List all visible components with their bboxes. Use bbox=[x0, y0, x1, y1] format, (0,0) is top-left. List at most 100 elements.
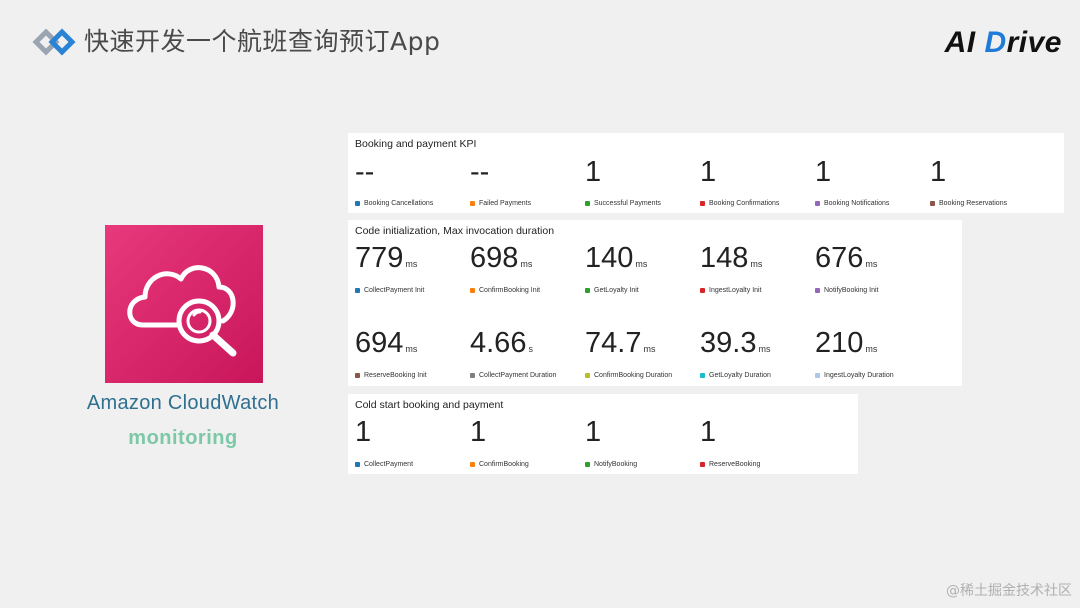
metric-label-text: GetLoyalty Duration bbox=[709, 372, 771, 379]
metric-number: 1 bbox=[585, 416, 602, 448]
metric-number: 39.3 bbox=[700, 327, 757, 359]
metric-unit: ms bbox=[865, 344, 878, 354]
service-name: Amazon CloudWatch bbox=[86, 392, 280, 414]
cold-start-panel: Cold start booking and payment 1 CollectP… bbox=[348, 394, 858, 474]
metric-value: 1 bbox=[470, 415, 582, 449]
legend-color-swatch bbox=[470, 461, 475, 467]
metric-unit: ms bbox=[643, 344, 656, 354]
legend-color-swatch bbox=[355, 461, 360, 467]
metric-label: Booking Notifications bbox=[815, 200, 889, 207]
metric-unit: ms bbox=[405, 344, 418, 354]
metric-tile: 1 ReserveBooking bbox=[700, 415, 812, 468]
metric-label: Booking Reservations bbox=[930, 200, 1007, 207]
metric-tile: 1 Successful Payments bbox=[585, 155, 697, 207]
legend-color-swatch bbox=[585, 287, 590, 293]
metric-label-text: ReserveBooking bbox=[709, 461, 761, 468]
metric-label: CollectPayment Duration bbox=[470, 372, 556, 379]
legend-color-swatch bbox=[470, 200, 475, 206]
metric-tile: 210 ms IngestLoyalty Duration bbox=[815, 326, 927, 379]
metric-tile: 1 ConfirmBooking bbox=[470, 415, 582, 468]
metric-label-text: Booking Notifications bbox=[824, 200, 890, 207]
metric-value: 39.3 ms bbox=[700, 326, 812, 366]
metric-number: 1 bbox=[700, 416, 717, 448]
metric-tile: 1 Booking Notifications bbox=[815, 155, 927, 207]
metric-label-text: ConfirmBooking bbox=[479, 461, 529, 468]
legend-color-swatch bbox=[815, 287, 820, 293]
metric-label: IngestLoyalty Init bbox=[700, 287, 762, 294]
cloudwatch-tile bbox=[105, 225, 263, 383]
legend-color-swatch bbox=[700, 287, 705, 293]
metric-label: ConfirmBooking Init bbox=[470, 287, 540, 294]
metric-tile: -- Booking Cancellations bbox=[355, 155, 467, 207]
metric-number: 140 bbox=[585, 242, 634, 274]
metric-label-text: CollectPayment bbox=[364, 461, 414, 468]
watermark: @稀土掘金技术社区 bbox=[946, 583, 1072, 599]
metric-value: 698 ms bbox=[470, 241, 582, 281]
metric-label-text: Failed Payments bbox=[479, 200, 532, 207]
slide-title: 快速开发一个航班查询预订App bbox=[84, 27, 441, 56]
metric-label: NotifyBooking bbox=[585, 461, 637, 468]
metric-value: 1 bbox=[815, 155, 927, 189]
panel-title: Code initialization, Max invocation dura… bbox=[355, 225, 555, 237]
init-duration-panel: Code initialization, Max invocation dura… bbox=[348, 220, 962, 386]
metric-tile: 39.3 ms GetLoyalty Duration bbox=[700, 326, 812, 379]
metric-number: 1 bbox=[585, 156, 602, 188]
metric-label-text: Successful Payments bbox=[594, 200, 661, 207]
metric-number: 4.66 bbox=[470, 327, 527, 359]
metric-label: ReserveBooking bbox=[700, 461, 760, 468]
metric-label-text: GetLoyalty Init bbox=[594, 287, 639, 294]
metric-label: Booking Confirmations bbox=[700, 200, 779, 207]
legend-color-swatch bbox=[585, 200, 590, 206]
metric-number: 1 bbox=[470, 416, 487, 448]
legend-color-swatch bbox=[585, 461, 590, 467]
metric-value: 210 ms bbox=[815, 326, 927, 366]
legend-color-swatch bbox=[815, 372, 820, 378]
panel-title: Booking and payment KPI bbox=[355, 138, 477, 150]
metric-value: 4.66 s bbox=[470, 326, 582, 366]
slide-logo-icon bbox=[32, 28, 76, 56]
metric-tile: -- Failed Payments bbox=[470, 155, 582, 207]
metric-value: 1 bbox=[930, 155, 1042, 189]
metric-label-text: CollectPayment Duration bbox=[479, 372, 557, 379]
legend-color-swatch bbox=[815, 200, 820, 206]
cloudwatch-icon bbox=[127, 265, 237, 357]
metric-label: Booking Cancellations bbox=[355, 200, 433, 207]
metric-unit: ms bbox=[635, 259, 648, 269]
panel-title: Cold start booking and payment bbox=[355, 399, 504, 411]
metric-tile: 698 ms ConfirmBooking Init bbox=[470, 241, 582, 294]
metric-unit: s bbox=[528, 344, 533, 354]
metric-label: GetLoyalty Duration bbox=[700, 372, 771, 379]
metric-value: 74.7 ms bbox=[585, 326, 697, 366]
metric-tile: 1 Booking Confirmations bbox=[700, 155, 812, 207]
metric-number: 698 bbox=[470, 242, 519, 274]
metric-value: 148 ms bbox=[700, 241, 812, 281]
metric-label: CollectPayment bbox=[355, 461, 413, 468]
metric-tile: 148 ms IngestLoyalty Init bbox=[700, 241, 812, 294]
metric-number: -- bbox=[355, 156, 375, 188]
metric-label-text: NotifyBooking Init bbox=[824, 287, 879, 294]
legend-color-swatch bbox=[470, 287, 475, 293]
legend-color-swatch bbox=[585, 372, 590, 378]
brand-d-icon: D bbox=[984, 26, 1007, 59]
metric-label-text: ConfirmBooking Init bbox=[479, 287, 541, 294]
metric-number: 1 bbox=[930, 156, 947, 188]
metric-label-text: ReserveBooking Init bbox=[364, 372, 427, 379]
legend-color-swatch bbox=[700, 200, 705, 206]
metric-tile: 140 ms GetLoyalty Init bbox=[585, 241, 697, 294]
legend-color-swatch bbox=[470, 372, 475, 378]
metric-value: 140 ms bbox=[585, 241, 697, 281]
metric-number: -- bbox=[470, 156, 490, 188]
metric-value: 1 bbox=[700, 415, 812, 449]
metric-label-text: ConfirmBooking Duration bbox=[594, 372, 673, 379]
metric-unit: ms bbox=[865, 259, 878, 269]
metric-value: 1 bbox=[700, 155, 812, 189]
metric-label-text: Booking Confirmations bbox=[709, 200, 780, 207]
metric-value: 779 ms bbox=[355, 241, 467, 281]
metric-value: -- bbox=[355, 155, 467, 189]
metric-label: Successful Payments bbox=[585, 200, 661, 207]
metric-label-text: NotifyBooking bbox=[594, 461, 638, 468]
metric-unit: ms bbox=[520, 259, 533, 269]
metric-label: ConfirmBooking bbox=[470, 461, 529, 468]
metric-unit: ms bbox=[758, 344, 771, 354]
brand-logo: AI Drive bbox=[944, 26, 1062, 59]
